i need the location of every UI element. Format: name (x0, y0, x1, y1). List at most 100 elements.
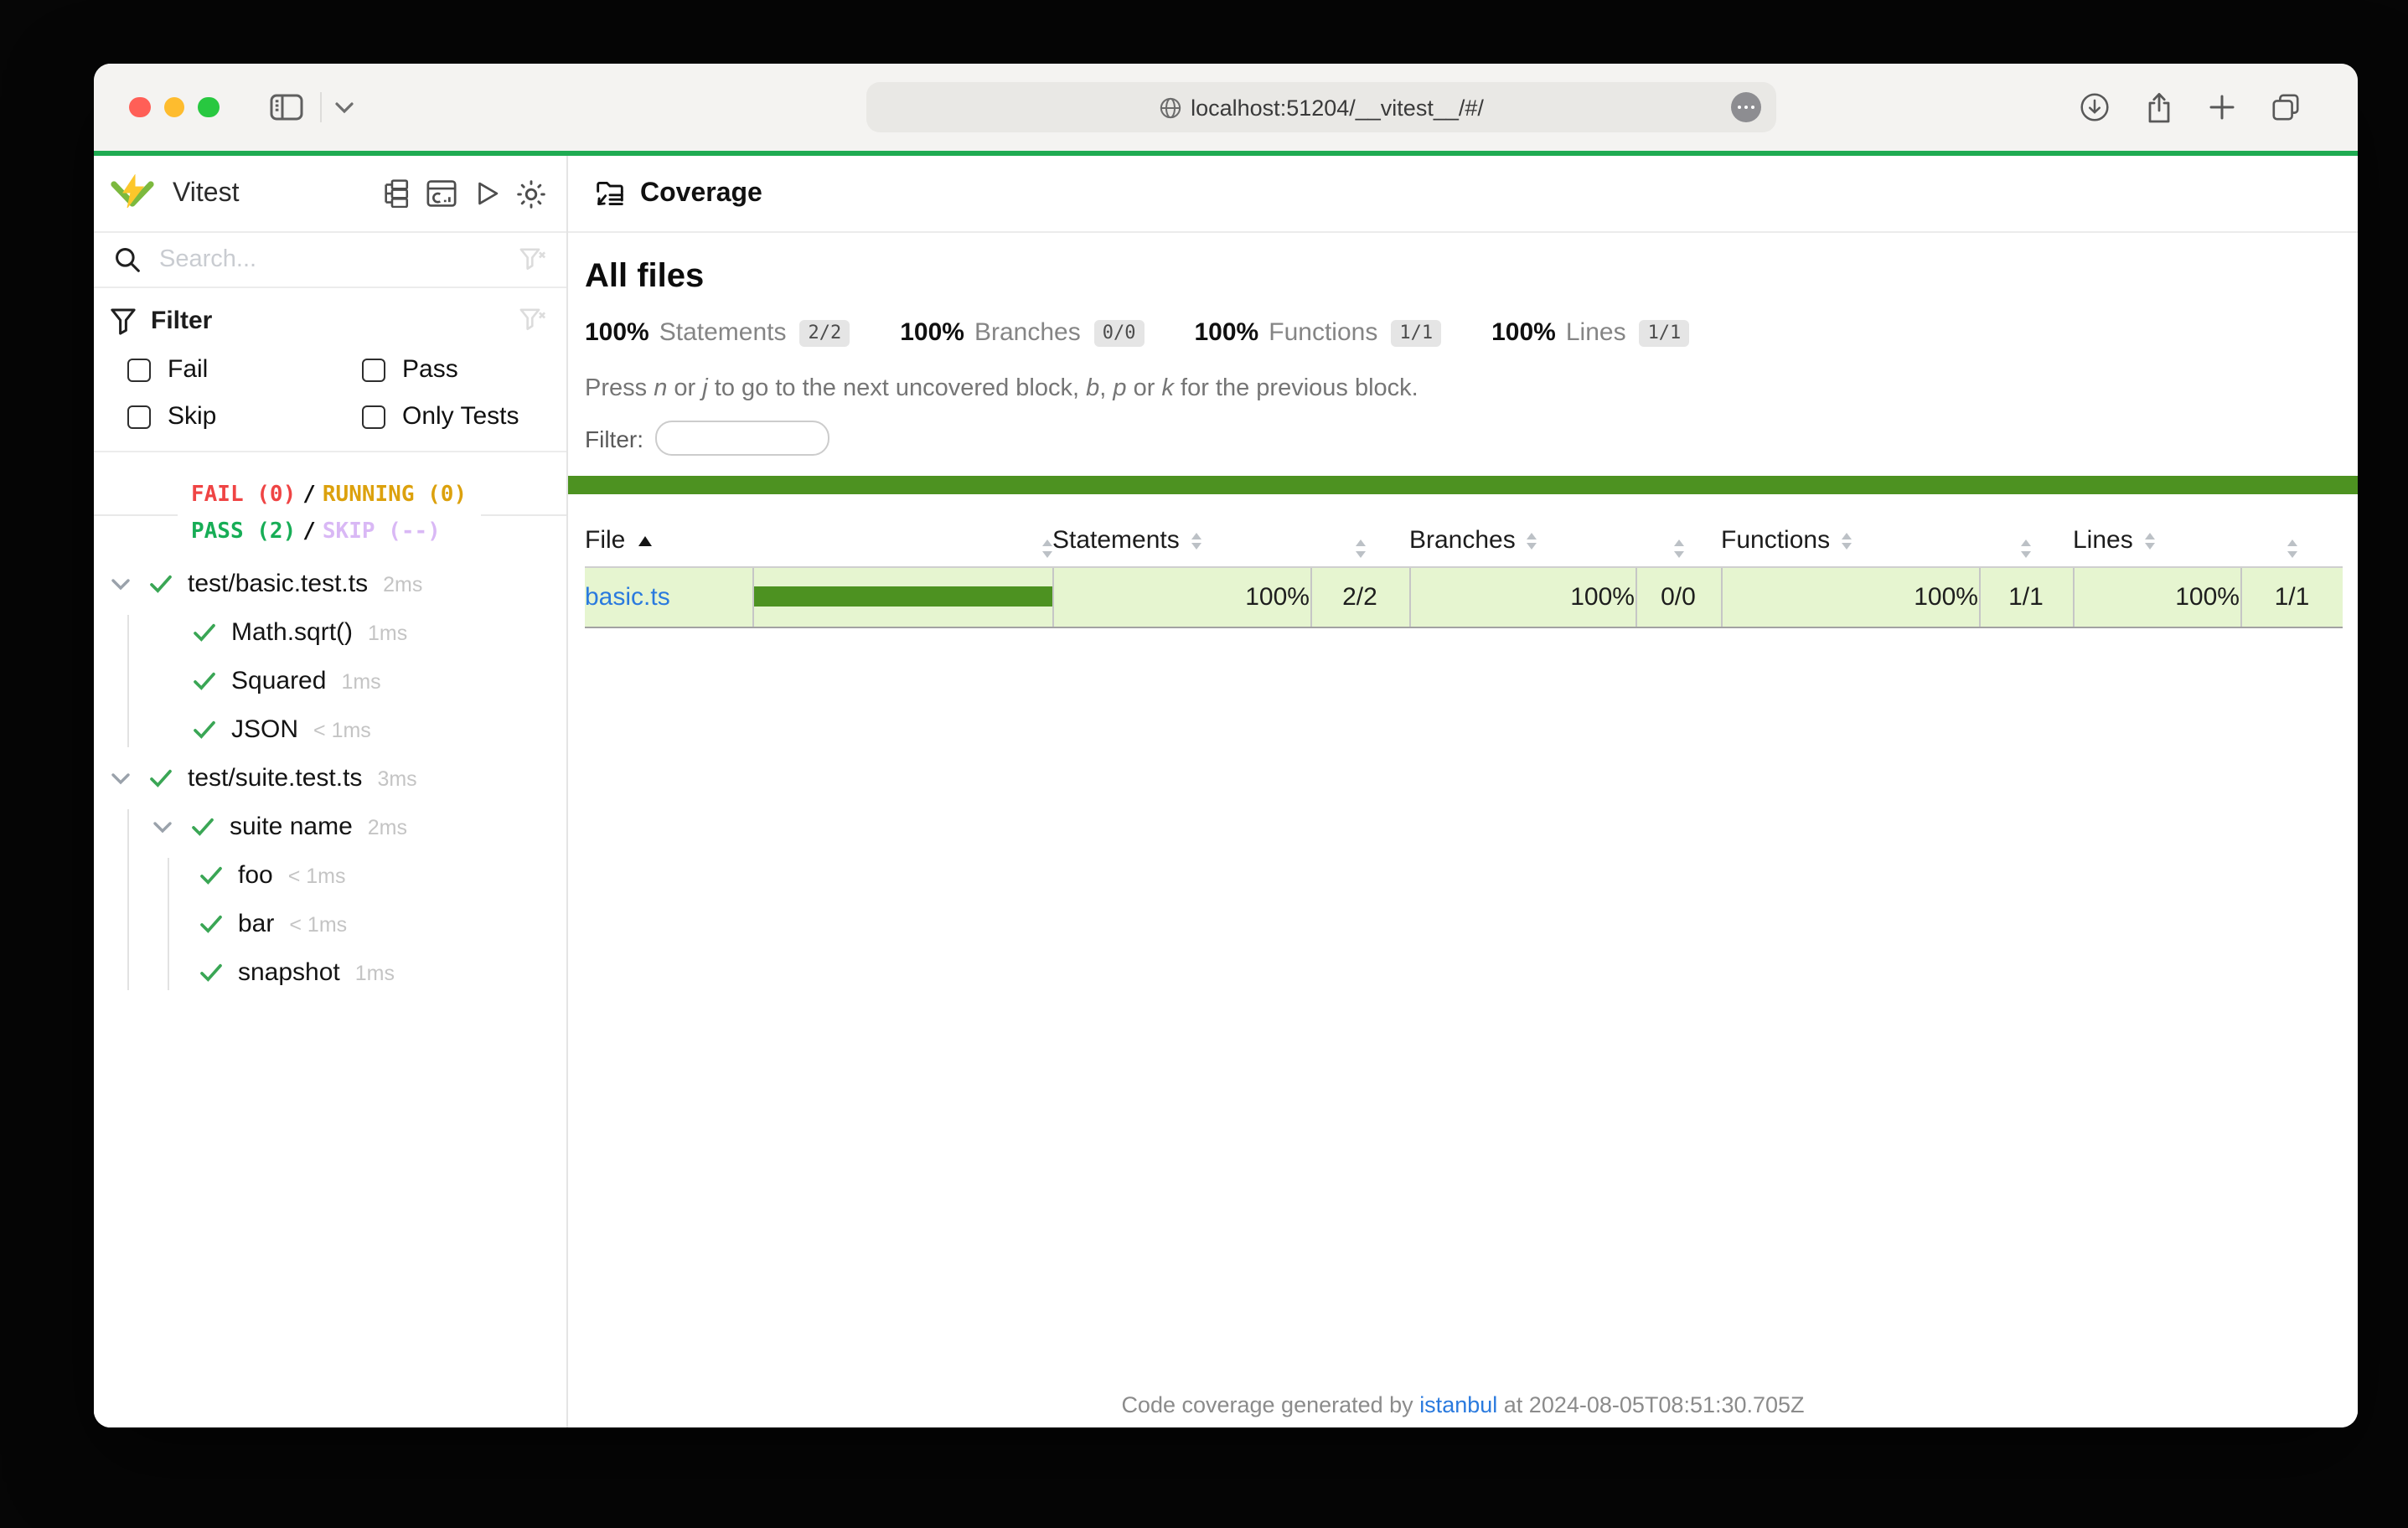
coverage-status-bar (568, 476, 2358, 494)
metric-pct: 100% (1195, 318, 1259, 347)
file-cell: basic.ts (585, 566, 752, 627)
running-count: RUNNING (0) (323, 483, 467, 508)
test-duration: < 1ms (313, 718, 371, 741)
globe-icon (1159, 96, 1181, 118)
chevron-down-icon[interactable] (111, 577, 134, 591)
column-header-lines-raw[interactable] (2240, 516, 2343, 566)
metric-pct: 100% (585, 318, 649, 347)
address-url: localhost:51204/__vitest__/#/ (1191, 95, 1484, 120)
test-name: Math.sqrt() (231, 618, 353, 647)
metric-pct: 100% (1491, 318, 1556, 347)
filter-checkbox-only-tests[interactable]: Only Tests (345, 402, 546, 431)
filter-checkbox-fail[interactable]: Fail (111, 355, 345, 384)
metric-label: Functions (1269, 318, 1377, 347)
address-bar[interactable]: localhost:51204/__vitest__/#/ (866, 82, 1776, 132)
coverage-filter-row: Filter: (585, 421, 2358, 456)
sidebar-toggle-icon[interactable] (269, 94, 302, 121)
test-duration: 2ms (383, 572, 422, 596)
chevron-down-icon[interactable] (334, 101, 353, 113)
search-input[interactable] (156, 245, 519, 275)
coverage-filter-label: Filter: (585, 425, 643, 452)
browser-window: localhost:51204/__vitest__/#/ (94, 64, 2358, 1427)
tree-item-test[interactable]: snapshot 1ms (94, 948, 566, 997)
checkbox[interactable] (362, 405, 385, 428)
metric-label: Branches (974, 318, 1081, 347)
tree-guide-line (168, 858, 169, 990)
functions-pct-cell: 100% (1721, 566, 1979, 627)
tree-item-file[interactable]: test/suite.test.ts 3ms (94, 754, 566, 803)
new-tab-icon[interactable] (2209, 94, 2235, 121)
skip-count: SKIP (--) (323, 519, 441, 544)
share-icon[interactable] (2145, 91, 2173, 123)
summary-line-1: FAIL (0)/RUNNING (0) (191, 478, 467, 514)
column-header-functions-raw[interactable] (1979, 516, 2073, 566)
sorter-icon[interactable] (1355, 539, 1365, 557)
tree-item-test[interactable]: JSON < 1ms (94, 705, 566, 754)
test-name: snapshot (238, 958, 340, 987)
zoom-window-button[interactable] (198, 97, 219, 118)
tab-overview-icon[interactable] (2271, 92, 2301, 122)
branches-pct-cell: 100% (1409, 566, 1635, 627)
checkbox[interactable] (127, 405, 151, 428)
clear-search-filter-icon[interactable] (519, 247, 546, 272)
tree-item-test[interactable]: Squared 1ms (94, 657, 566, 705)
column-header-chart[interactable] (752, 516, 1052, 566)
sorter-icon[interactable] (1842, 532, 1852, 550)
collapse-tree-icon[interactable] (380, 179, 411, 208)
tree-item-test[interactable]: Math.sqrt() 1ms (94, 608, 566, 657)
coverage-report-icon (595, 179, 625, 208)
clear-status-filter-icon[interactable] (519, 308, 546, 333)
sorter-icon[interactable] (2287, 539, 2297, 557)
column-header-file[interactable]: File (585, 516, 752, 566)
tree-item-test[interactable]: foo < 1ms (94, 851, 566, 900)
coverage-panel: Coverage All files 100% Statements 2/2 1… (568, 156, 2358, 1427)
column-header-statements[interactable]: Statements (1052, 516, 1310, 566)
metric-fraction-badge: 2/2 (800, 319, 850, 346)
sorter-icon[interactable] (1527, 532, 1537, 550)
filter-checkbox-skip[interactable]: Skip (111, 402, 345, 431)
dashboard-icon[interactable] (426, 179, 457, 208)
checkbox[interactable] (127, 358, 151, 381)
metric-statements: 100% Statements 2/2 (585, 318, 850, 347)
test-explorer-tree: test/basic.test.ts 2ms Math.sqrt() 1ms S… (94, 560, 566, 1427)
column-header-statements-raw[interactable] (1310, 516, 1409, 566)
table-header-row: File Statements (585, 516, 2343, 566)
tree-item-file[interactable]: test/basic.test.ts 2ms (94, 560, 566, 608)
run-all-icon[interactable] (473, 179, 501, 208)
downloads-icon[interactable] (2080, 92, 2110, 122)
sorter-icon[interactable] (1042, 539, 1052, 557)
browser-toolbar: localhost:51204/__vitest__/#/ (94, 64, 2358, 151)
tree-item-test[interactable]: bar < 1ms (94, 900, 566, 948)
toolbar-divider (319, 92, 321, 122)
filter-checkbox-pass[interactable]: Pass (345, 355, 546, 384)
sorter-icon[interactable] (1191, 532, 1201, 550)
coverage-table: File Statements (585, 516, 2343, 627)
checkbox[interactable] (362, 358, 385, 381)
sorter-icon[interactable] (2145, 532, 2155, 550)
theme-toggle-sun-icon[interactable] (516, 178, 546, 209)
metric-pct: 100% (900, 318, 964, 347)
chevron-down-icon[interactable] (111, 772, 134, 785)
checkbox-label: Pass (402, 355, 458, 384)
chevron-down-icon[interactable] (152, 820, 176, 834)
close-window-button[interactable] (129, 97, 150, 118)
column-header-branches-raw[interactable] (1635, 516, 1721, 566)
column-header-branches[interactable]: Branches (1409, 516, 1635, 566)
page-settings-icon[interactable] (1731, 92, 1761, 122)
toolbar-actions (2080, 64, 2301, 151)
vitest-ui: Vitest (94, 156, 2358, 1427)
tree-item-suite[interactable]: suite name 2ms (94, 803, 566, 851)
sorter-icon[interactable] (2021, 539, 2031, 557)
checkbox-label: Fail (168, 355, 208, 384)
coverage-filter-input[interactable] (655, 421, 829, 456)
sorter-icon[interactable] (1673, 539, 1683, 557)
istanbul-link[interactable]: istanbul (1419, 1392, 1497, 1417)
test-duration: < 1ms (288, 864, 346, 887)
metric-fraction-badge: 1/1 (1640, 319, 1690, 346)
column-header-lines[interactable]: Lines (2073, 516, 2240, 566)
minimize-window-button[interactable] (163, 97, 184, 118)
file-link[interactable]: basic.ts (585, 582, 670, 611)
test-duration: 3ms (377, 767, 416, 790)
column-header-functions[interactable]: Functions (1721, 516, 1979, 566)
metric-functions: 100% Functions 1/1 (1195, 318, 1442, 347)
